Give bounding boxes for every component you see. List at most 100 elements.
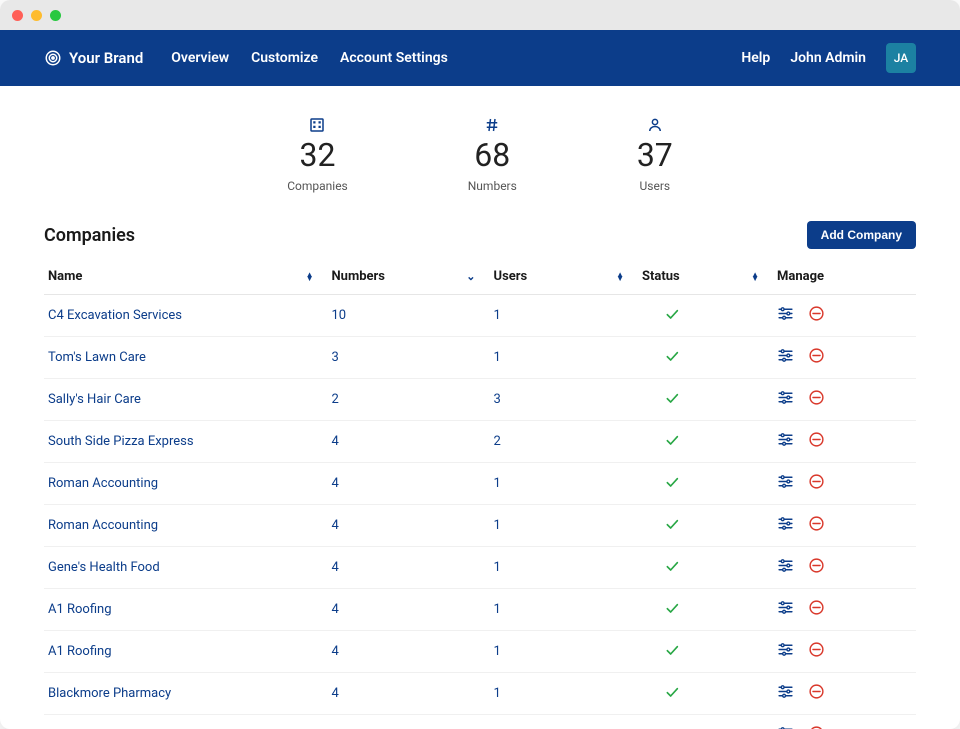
table-row: John's Irrigation21 [44, 715, 916, 729]
settings-icon[interactable] [777, 641, 794, 662]
section-title: Companies [44, 225, 807, 246]
settings-icon[interactable] [777, 389, 794, 410]
settings-icon[interactable] [777, 599, 794, 620]
nav-overview[interactable]: Overview [171, 50, 229, 66]
settings-icon[interactable] [777, 305, 794, 326]
table-row: South Side Pizza Express42 [44, 421, 916, 463]
manage-cell [777, 347, 912, 368]
company-users-value: 1 [494, 350, 643, 365]
section-header: Companies Add Company [44, 221, 916, 249]
company-users-value: 1 [494, 644, 643, 659]
companies-table: Name ▲▼ Numbers ⌄ Users ▲▼ Status ▲▼ Man… [44, 259, 916, 729]
company-name-link[interactable]: Gene's Health Food [48, 560, 332, 575]
th-numbers-label: Numbers [332, 269, 386, 284]
company-numbers-value: 4 [332, 644, 494, 659]
settings-icon[interactable] [777, 473, 794, 494]
table-body: C4 Excavation Services101Tom's Lawn Care… [44, 295, 916, 729]
add-company-button[interactable]: Add Company [807, 221, 916, 249]
company-users-value: 3 [494, 392, 643, 407]
nav-customize[interactable]: Customize [251, 50, 318, 66]
table-row: Roman Accounting41 [44, 505, 916, 547]
status-ok [642, 684, 777, 704]
window-maximize-button[interactable] [50, 10, 61, 21]
window-minimize-button[interactable] [31, 10, 42, 21]
avatar[interactable]: JA [886, 43, 916, 73]
remove-icon[interactable] [808, 599, 825, 620]
company-name-link[interactable]: Tom's Lawn Care [48, 350, 332, 365]
settings-icon[interactable] [777, 431, 794, 452]
th-name[interactable]: Name ▲▼ [48, 269, 332, 284]
company-numbers-value: 4 [332, 602, 494, 617]
remove-icon[interactable] [808, 473, 825, 494]
brand-name: Your Brand [69, 49, 143, 67]
company-name-link[interactable]: South Side Pizza Express [48, 434, 332, 449]
company-users-value: 1 [494, 560, 643, 575]
th-manage: Manage [777, 269, 912, 284]
remove-icon[interactable] [808, 683, 825, 704]
company-name-link[interactable]: Blackmore Pharmacy [48, 686, 332, 701]
th-users[interactable]: Users ▲▼ [494, 269, 643, 284]
settings-icon[interactable] [777, 683, 794, 704]
manage-cell [777, 431, 912, 452]
th-numbers[interactable]: Numbers ⌄ [332, 269, 494, 284]
settings-icon[interactable] [777, 515, 794, 536]
status-ok [642, 474, 777, 494]
remove-icon[interactable] [808, 725, 825, 729]
th-status[interactable]: Status ▲▼ [642, 269, 777, 284]
company-users-value: 2 [494, 434, 643, 449]
stat-companies-label: Companies [287, 179, 348, 193]
settings-icon[interactable] [777, 557, 794, 578]
remove-icon[interactable] [808, 641, 825, 662]
manage-cell [777, 683, 912, 704]
browser-window: Your Brand Overview Customize Account Se… [0, 0, 960, 729]
remove-icon[interactable] [808, 389, 825, 410]
user-name-label[interactable]: John Admin [790, 50, 866, 66]
stat-users-label: Users [637, 179, 673, 193]
stat-companies: 32 Companies [287, 116, 348, 193]
remove-icon[interactable] [808, 347, 825, 368]
stat-numbers: 68 Numbers [468, 116, 517, 193]
chevron-down-icon: ⌄ [466, 271, 475, 282]
status-ok [642, 306, 777, 326]
company-numbers-value: 4 [332, 686, 494, 701]
building-icon [287, 116, 348, 136]
table-row: A1 Roofing41 [44, 589, 916, 631]
status-ok [642, 600, 777, 620]
remove-icon[interactable] [808, 305, 825, 326]
company-name-link[interactable]: Roman Accounting [48, 476, 332, 491]
company-users-value: 1 [494, 476, 643, 491]
company-numbers-value: 4 [332, 434, 494, 449]
table-row: Roman Accounting41 [44, 463, 916, 505]
sort-icon: ▲▼ [616, 273, 624, 281]
hash-icon [468, 116, 517, 136]
browser-titlebar [0, 0, 960, 30]
manage-cell [777, 641, 912, 662]
table-row: A1 Roofing41 [44, 631, 916, 673]
company-users-value: 1 [494, 686, 643, 701]
nav-help[interactable]: Help [741, 50, 770, 66]
brand-logo[interactable]: Your Brand [44, 49, 143, 67]
manage-cell [777, 305, 912, 326]
status-ok [642, 558, 777, 578]
check-icon [642, 479, 680, 494]
company-numbers-value: 3 [332, 350, 494, 365]
company-name-link[interactable]: A1 Roofing [48, 644, 332, 659]
check-icon [642, 563, 680, 578]
window-close-button[interactable] [12, 10, 23, 21]
remove-icon[interactable] [808, 515, 825, 536]
nav-account-settings[interactable]: Account Settings [340, 50, 448, 66]
manage-cell [777, 473, 912, 494]
remove-icon[interactable] [808, 431, 825, 452]
company-name-link[interactable]: A1 Roofing [48, 602, 332, 617]
settings-icon[interactable] [777, 347, 794, 368]
manage-cell [777, 557, 912, 578]
table-row: Tom's Lawn Care31 [44, 337, 916, 379]
company-name-link[interactable]: Sally's Hair Care [48, 392, 332, 407]
stat-numbers-value: 68 [468, 138, 517, 173]
sort-icon: ▲▼ [306, 273, 314, 281]
settings-icon[interactable] [777, 725, 794, 729]
th-status-label: Status [642, 269, 680, 284]
company-name-link[interactable]: C4 Excavation Services [48, 308, 332, 323]
company-name-link[interactable]: Roman Accounting [48, 518, 332, 533]
remove-icon[interactable] [808, 557, 825, 578]
